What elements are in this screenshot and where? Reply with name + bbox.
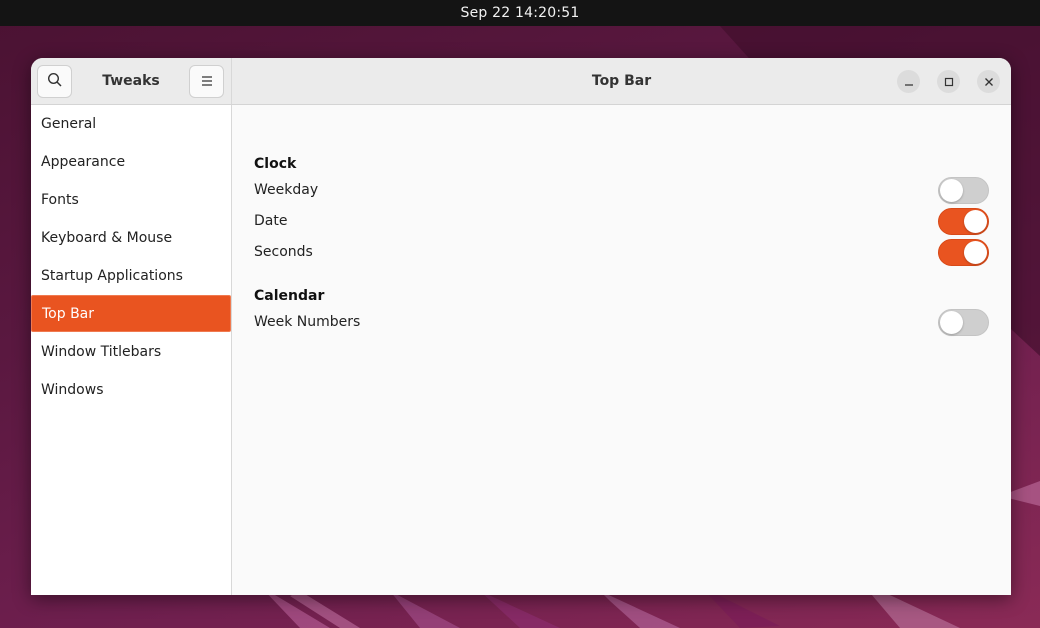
sidebar-item-appearance[interactable]: Appearance: [31, 143, 231, 181]
sidebar-item-label: Keyboard & Mouse: [41, 230, 173, 246]
section-title-clock: Clock: [254, 156, 297, 172]
sidebar-item-label: General: [41, 116, 97, 132]
tweaks-window: Tweaks Top Bar General Appearance Fonts …: [31, 58, 1011, 595]
weekday-label: Weekday: [254, 182, 319, 198]
sidebar-item-label: Fonts: [41, 192, 79, 208]
sidebar-item-windows[interactable]: Windows: [31, 371, 231, 409]
sidebar-item-label: Startup Applications: [41, 268, 183, 284]
page-title: Top Bar: [591, 73, 652, 89]
switch-knob: [940, 311, 963, 334]
week-numbers-switch[interactable]: [938, 309, 989, 336]
maximize-button[interactable]: [937, 70, 960, 93]
seconds-switch[interactable]: [938, 239, 989, 266]
search-icon: [47, 72, 63, 92]
sidebar: General Appearance Fonts Keyboard & Mous…: [31, 105, 232, 595]
search-button[interactable]: [37, 65, 72, 98]
sidebar-item-window-titlebars[interactable]: Window Titlebars: [31, 333, 231, 371]
close-icon: [984, 72, 994, 91]
sidebar-item-startup-applications[interactable]: Startup Applications: [31, 257, 231, 295]
sidebar-item-general[interactable]: General: [31, 105, 231, 143]
app-title: Tweaks: [102, 73, 160, 89]
maximize-icon: [944, 72, 954, 91]
weekday-switch[interactable]: [938, 177, 989, 204]
minimize-button[interactable]: [897, 70, 920, 93]
system-top-bar: Sep 22 14:20:51: [0, 0, 1040, 26]
close-button[interactable]: [977, 70, 1000, 93]
system-clock[interactable]: Sep 22 14:20:51: [461, 5, 580, 21]
date-switch[interactable]: [938, 208, 989, 235]
main-menu-button[interactable]: [189, 65, 224, 98]
date-label: Date: [254, 213, 288, 229]
week-numbers-label: Week Numbers: [254, 314, 361, 330]
minimize-icon: [904, 72, 914, 91]
switch-knob: [940, 179, 963, 202]
sidebar-item-fonts[interactable]: Fonts: [31, 181, 231, 219]
sidebar-item-label: Windows: [41, 382, 104, 398]
seconds-label: Seconds: [254, 244, 313, 260]
switch-knob: [964, 241, 987, 264]
section-title-calendar: Calendar: [254, 288, 325, 304]
sidebar-item-label: Top Bar: [42, 305, 95, 322]
settings-content: Clock Weekday Date Seconds Calendar Week…: [232, 105, 1011, 595]
sidebar-item-keyboard-mouse[interactable]: Keyboard & Mouse: [31, 219, 231, 257]
header-bar: Tweaks Top Bar: [31, 58, 1011, 105]
sidebar-item-label: Window Titlebars: [41, 344, 162, 360]
sidebar-item-top-bar[interactable]: Top Bar: [31, 295, 231, 332]
switch-knob: [964, 210, 987, 233]
hamburger-menu-icon: [200, 72, 214, 91]
header-bar-left: Tweaks: [31, 58, 232, 104]
sidebar-item-label: Appearance: [41, 154, 126, 170]
